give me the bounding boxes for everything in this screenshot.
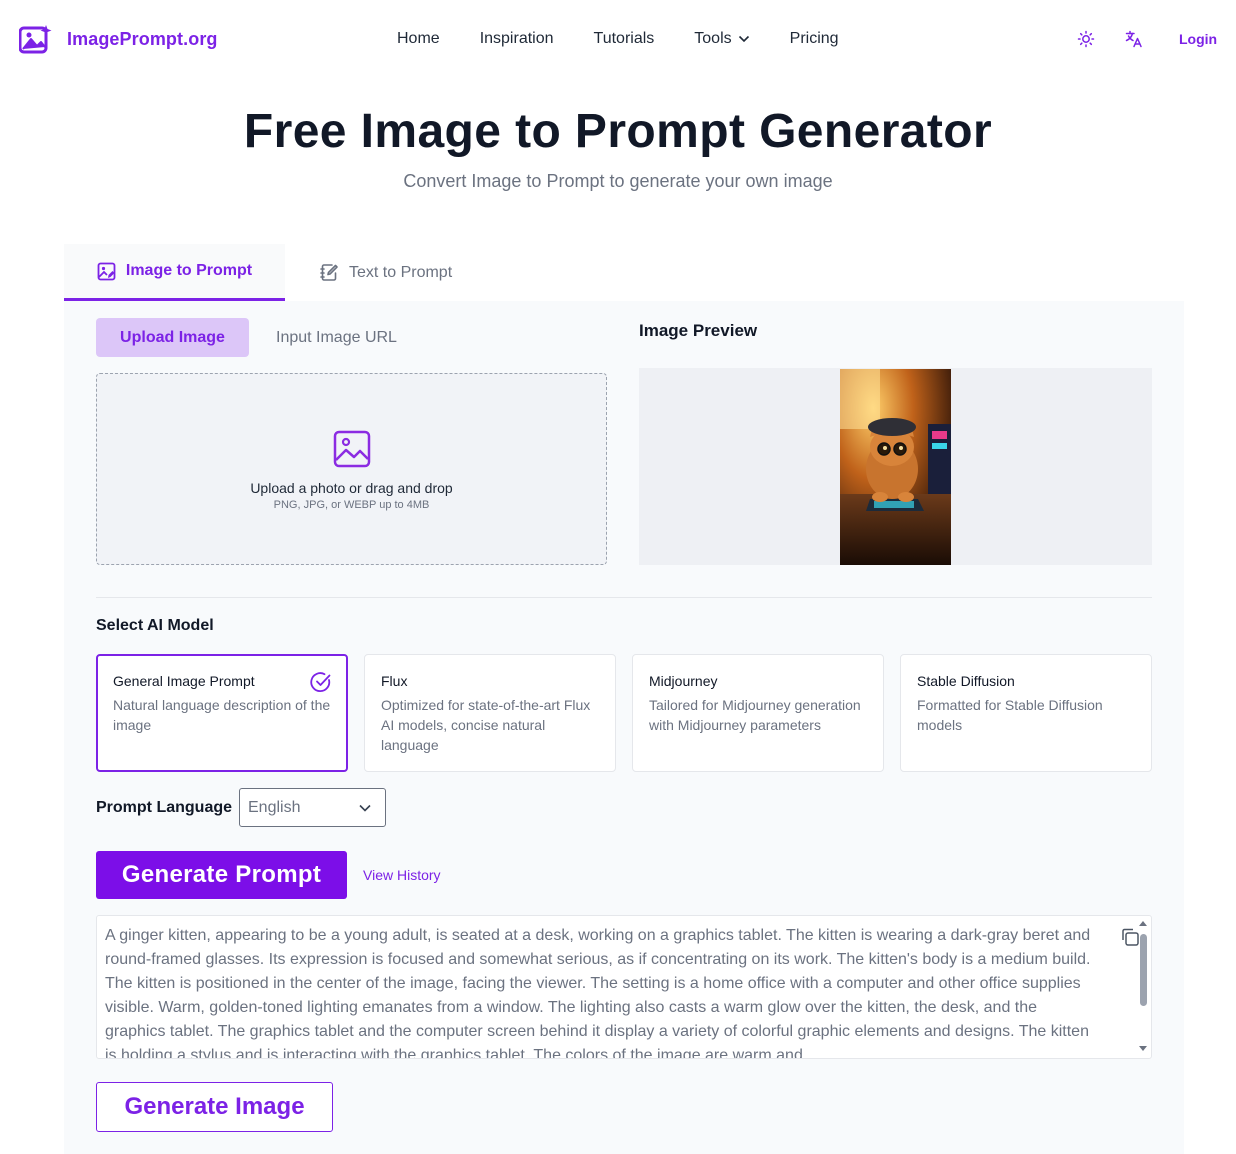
logo-icon (19, 25, 52, 54)
scrollbar-down-arrow[interactable] (1139, 1046, 1147, 1051)
model-desc: Optimized for state-of-the-art Flux AI m… (381, 697, 591, 753)
chevron-down-icon (738, 35, 749, 43)
image-preview (639, 368, 1152, 565)
model-desc: Natural language description of the imag… (113, 697, 331, 733)
logo-link[interactable]: ImagePrompt.org (19, 24, 218, 54)
copy-icon[interactable] (1120, 927, 1140, 947)
model-name: Flux (381, 673, 408, 689)
tab-text-to-prompt[interactable]: Text to Prompt (310, 244, 452, 301)
model-name: General Image Prompt (113, 673, 255, 689)
page-subtitle: Convert Image to Prompt to generate your… (403, 171, 833, 191)
scrollbar-thumb[interactable] (1140, 934, 1147, 1006)
prompt-language-value: English (248, 798, 301, 816)
select-model-label: Select AI Model (96, 617, 214, 634)
prompt-output[interactable]: A ginger kitten, appearing to be a young… (96, 915, 1152, 1059)
page-title: Free Image to Prompt Generator (243, 105, 993, 158)
nav-tools-label: Tools (694, 30, 732, 47)
tab-input-image-url[interactable]: Input Image URL (276, 318, 397, 357)
translate-icon[interactable] (1125, 30, 1143, 48)
model-card-general[interactable]: General Image Prompt Natural language de… (96, 654, 348, 772)
scrollbar-up-arrow[interactable] (1139, 921, 1147, 926)
logo-text: ImagePrompt.org (67, 28, 218, 49)
preview-image (840, 369, 951, 565)
nav-tutorials[interactable]: Tutorials (594, 29, 655, 49)
nav-pricing[interactable]: Pricing (790, 29, 839, 49)
preview-label: Image Preview (639, 321, 758, 340)
main-nav: Home Inspiration Tutorials Tools Pricing (397, 29, 839, 49)
sun-icon[interactable] (1077, 30, 1095, 48)
check-circle-icon (310, 672, 331, 692)
prompt-language-select[interactable]: English (239, 788, 386, 827)
tab-image-to-prompt[interactable]: Image to Prompt (64, 244, 285, 301)
generate-prompt-button[interactable]: Generate Prompt (96, 851, 347, 899)
image-upload-icon (333, 430, 371, 468)
prompt-output-text: A ginger kitten, appearing to be a young… (105, 927, 1091, 1059)
dropzone-hint: PNG, JPG, or WEBP up to 4MB (273, 499, 430, 511)
chevron-down-icon (359, 804, 371, 812)
nav-tools[interactable]: Tools (694, 29, 749, 49)
model-card-flux[interactable]: Flux Optimized for state-of-the-art Flux… (364, 654, 616, 772)
model-name: Stable Diffusion (917, 673, 1015, 689)
site-header: ImagePrompt.org Home Inspiration Tutoria… (0, 0, 1236, 78)
dropzone-title: Upload a photo or drag and drop (250, 480, 453, 496)
nav-home[interactable]: Home (397, 29, 440, 49)
model-desc: Formatted for Stable Diffusion models (917, 697, 1103, 733)
model-desc: Tailored for Midjourney generation with … (649, 697, 861, 733)
generate-image-button[interactable]: Generate Image (96, 1082, 333, 1132)
login-link[interactable]: Login (1179, 31, 1217, 47)
nav-inspiration[interactable]: Inspiration (480, 29, 554, 49)
tab-upload-image[interactable]: Upload Image (96, 318, 249, 357)
image-edit-icon (97, 262, 116, 280)
model-card-stable-diffusion[interactable]: Stable Diffusion Formatted for Stable Di… (900, 654, 1152, 772)
view-history-link[interactable]: View History (363, 867, 441, 883)
tab-text-to-prompt-label: Text to Prompt (349, 263, 453, 281)
model-name: Midjourney (649, 673, 718, 689)
prompt-language-label: Prompt Language (96, 799, 233, 816)
tab-image-to-prompt-label: Image to Prompt (125, 262, 253, 279)
upload-dropzone[interactable]: Upload a photo or drag and drop PNG, JPG… (96, 373, 607, 565)
model-card-midjourney[interactable]: Midjourney Tailored for Midjourney gener… (632, 654, 884, 772)
notebook-pen-icon (320, 264, 338, 281)
section-divider (96, 597, 1152, 598)
